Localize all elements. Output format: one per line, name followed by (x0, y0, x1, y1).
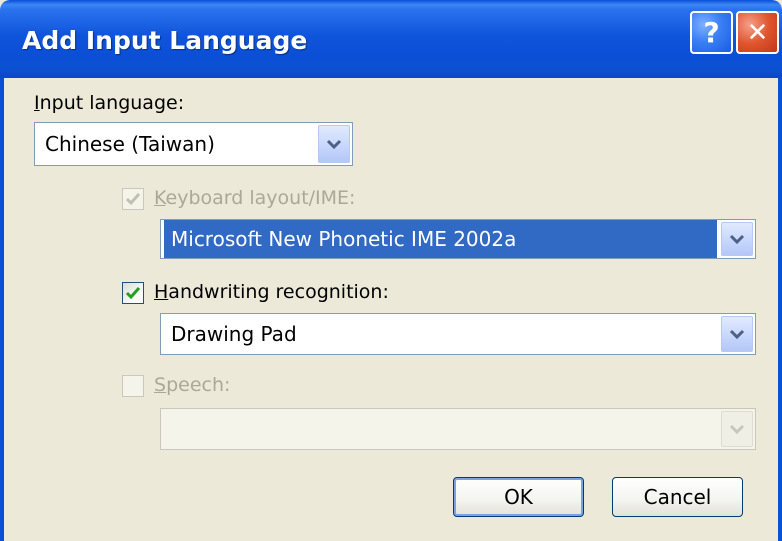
cancel-button[interactable]: Cancel (612, 477, 743, 517)
input-language-dropdown-button[interactable] (318, 125, 350, 163)
keyboard-layout-label: Keyboard layout/IME: (154, 187, 356, 209)
chevron-down-icon (729, 424, 745, 434)
title-bar[interactable]: Add Input Language ? ✕ (0, 0, 782, 78)
checkmark-icon (125, 287, 141, 300)
speech-label: Speech: (154, 374, 231, 396)
keyboard-layout-dropdown[interactable]: Microsoft New Phonetic IME 2002a (160, 219, 756, 259)
handwriting-checkbox[interactable] (122, 282, 144, 304)
chevron-down-icon (729, 329, 745, 339)
speech-value (167, 409, 175, 449)
speech-dropdown-button[interactable] (721, 411, 753, 447)
help-icon: ? (703, 16, 720, 49)
handwriting-dropdown[interactable]: Drawing Pad (160, 313, 756, 355)
checkmark-icon (125, 193, 141, 206)
window-title: Add Input Language (22, 26, 308, 55)
input-language-value: Chinese (Taiwan) (45, 132, 215, 156)
handwriting-dropdown-button[interactable] (721, 316, 753, 352)
window-frame-right (778, 78, 782, 541)
window-frame-left (0, 78, 4, 541)
input-language-label: Input language: (34, 92, 185, 114)
close-button[interactable]: ✕ (736, 11, 779, 54)
close-icon: ✕ (746, 17, 769, 48)
handwriting-label: Handwriting recognition: (154, 281, 389, 303)
chevron-down-icon (326, 139, 342, 149)
speech-checkbox[interactable] (122, 375, 144, 397)
help-button[interactable]: ? (690, 11, 733, 54)
speech-dropdown[interactable] (160, 408, 756, 450)
keyboard-layout-dropdown-button[interactable] (721, 222, 753, 256)
keyboard-layout-checkbox[interactable] (122, 188, 144, 210)
chevron-down-icon (729, 234, 745, 244)
keyboard-layout-value: Microsoft New Phonetic IME 2002a (164, 220, 717, 258)
input-language-dropdown[interactable]: Chinese (Taiwan) (34, 122, 353, 166)
handwriting-value: Drawing Pad (171, 322, 297, 346)
ok-button[interactable]: OK (453, 477, 584, 517)
